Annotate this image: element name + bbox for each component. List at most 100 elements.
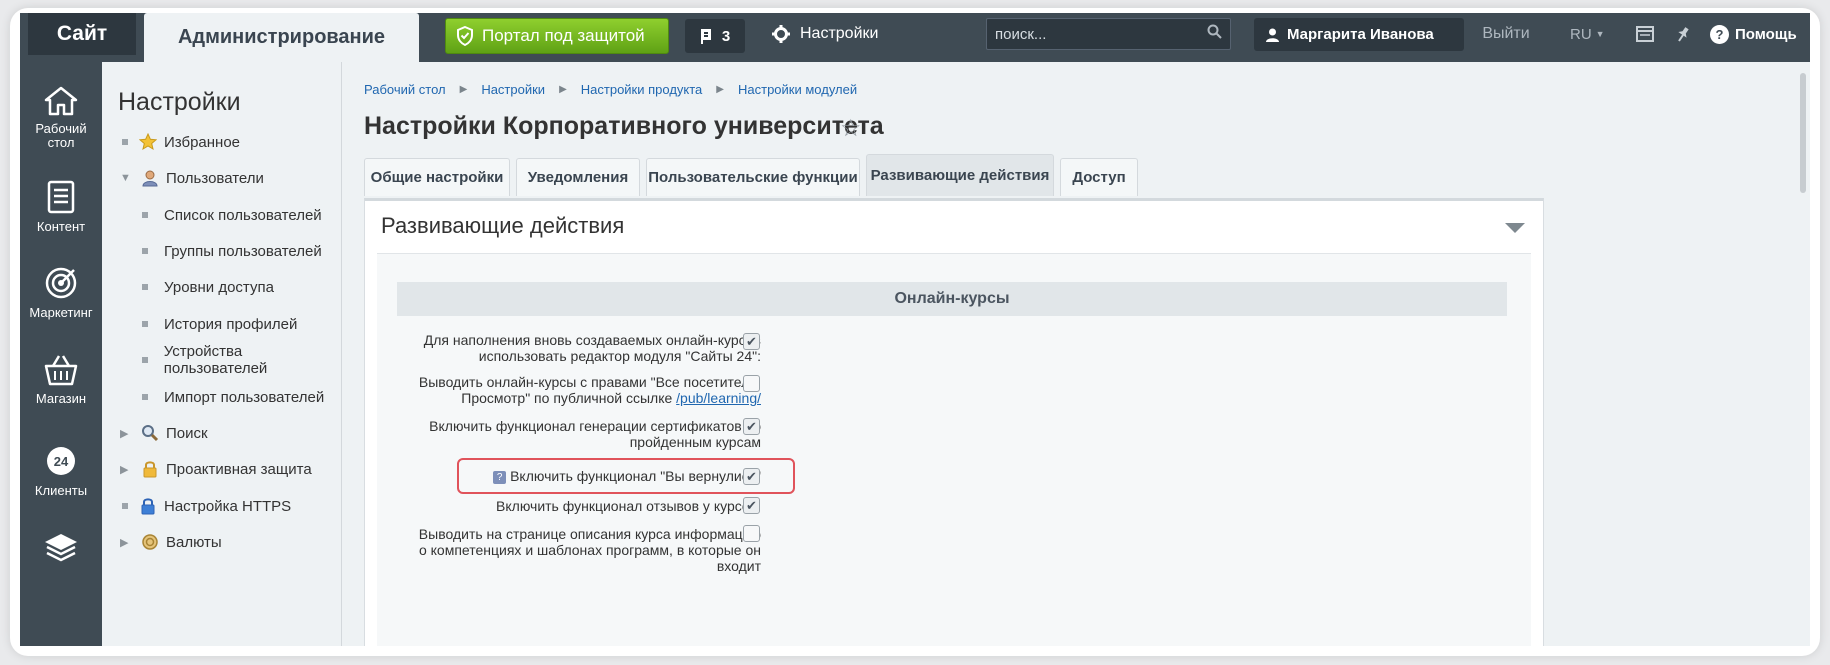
option-label: Включить функционал генерации сертификат… bbox=[401, 418, 761, 450]
search-input[interactable] bbox=[995, 25, 1207, 43]
chevron-right-icon: ▶ bbox=[559, 84, 567, 95]
sidebar-item-favorites[interactable]: Избранное bbox=[122, 127, 240, 157]
sidebar-item-search[interactable]: ▶ Поиск bbox=[120, 418, 208, 448]
sidebar-item-user-devices[interactable]: Устройства пользователей bbox=[142, 343, 341, 377]
user-menu-button[interactable]: Маргарита Иванова bbox=[1254, 18, 1464, 51]
rail-item-marketing[interactable]: Маркетинг bbox=[20, 266, 102, 362]
option-label: ? Включить функционал "Вы вернулись" bbox=[401, 468, 761, 484]
site-tab[interactable]: Сайт bbox=[28, 13, 136, 55]
tab-notifications[interactable]: Уведомления bbox=[516, 158, 640, 196]
notification-flag-icon bbox=[700, 29, 711, 44]
sidebar-item-label: Пользователи bbox=[166, 169, 264, 187]
home-icon bbox=[44, 86, 78, 116]
logout-link[interactable]: Выйти bbox=[1476, 13, 1536, 55]
rail-item-desktop[interactable]: Рабочий стол bbox=[20, 86, 102, 182]
rail-item-content[interactable]: Контент bbox=[20, 180, 102, 276]
option-label-line: Включить функционал генерации сертификат… bbox=[429, 418, 761, 434]
option-checkbox-certificates[interactable]: ✔ bbox=[743, 418, 760, 435]
sidebar-item-https[interactable]: Настройка HTTPS bbox=[122, 491, 291, 521]
hint-icon[interactable]: ? bbox=[493, 471, 507, 484]
svg-text:24: 24 bbox=[54, 454, 69, 469]
sidebar-title: Настройки bbox=[118, 88, 241, 116]
option-checkbox-competencies[interactable] bbox=[743, 525, 760, 542]
caret-right-icon[interactable]: ▶ bbox=[120, 463, 130, 476]
breadcrumb-item[interactable]: Настройки bbox=[481, 82, 545, 97]
checkmark-icon: ✔ bbox=[746, 469, 757, 484]
rail-item-clients[interactable]: 24 Клиенты bbox=[20, 444, 102, 540]
bullet-icon bbox=[122, 503, 128, 509]
settings-panel: Развивающие действия Онлайн-курсы Для на… bbox=[364, 198, 1544, 646]
bullet-icon bbox=[142, 248, 148, 254]
user-name: Маргарита Иванова bbox=[1287, 26, 1434, 43]
pin-icon[interactable] bbox=[1670, 13, 1696, 55]
bullet-icon bbox=[142, 357, 148, 363]
caret-right-icon[interactable]: ▶ bbox=[120, 536, 130, 549]
settings-sidebar: Настройки Избранное ▼ Пользователи Списо… bbox=[102, 62, 342, 646]
option-label-line: Включить функционал отзывов у курсов: bbox=[496, 498, 761, 514]
caret-right-icon[interactable]: ▶ bbox=[120, 427, 130, 440]
option-label-line: Включить функционал "Вы вернулись" bbox=[510, 468, 761, 484]
option-label: Выводить на странице описания курса инфо… bbox=[401, 526, 761, 574]
sidebar-item-proactive-protection[interactable]: ▶ Проактивная защита bbox=[120, 454, 312, 484]
target-icon bbox=[45, 267, 77, 299]
clients-24-icon: 24 bbox=[47, 447, 75, 475]
sidebar-item-access-levels[interactable]: Уровни доступа bbox=[142, 272, 274, 302]
settings-button[interactable]: Настройки bbox=[772, 13, 878, 55]
gear-icon bbox=[772, 25, 790, 43]
coin-icon bbox=[140, 532, 160, 552]
lock-icon bbox=[140, 459, 160, 479]
tab-access[interactable]: Доступ bbox=[1060, 158, 1138, 196]
checkmark-icon: ✔ bbox=[746, 334, 757, 349]
option-label-line: Для наполнения вновь создаваемых онлайн-… bbox=[423, 332, 761, 348]
public-learning-link[interactable]: /pub/learning/ bbox=[676, 390, 761, 406]
rail-item-shop[interactable]: Магазин bbox=[20, 354, 102, 450]
notifications-count: 3 bbox=[721, 27, 731, 45]
rail-label: Магазин bbox=[35, 391, 87, 406]
portal-protected-button[interactable]: Портал под защитой bbox=[445, 18, 669, 54]
top-bar: Сайт Администрирование Портал под защито… bbox=[20, 13, 1810, 62]
sidebar-item-user-import[interactable]: Импорт пользователей bbox=[142, 382, 324, 412]
sidebar-item-label: Валюты bbox=[166, 533, 222, 551]
rail-item-layers[interactable] bbox=[20, 532, 102, 628]
sidebar-item-label: Импорт пользователей bbox=[164, 388, 325, 406]
panel-title: Развивающие действия bbox=[381, 213, 625, 238]
rail-label: Контент bbox=[36, 219, 86, 234]
admin-tab[interactable]: Администрирование bbox=[144, 13, 419, 62]
search-icon[interactable] bbox=[1207, 24, 1222, 44]
admin-app: Сайт Администрирование Портал под защито… bbox=[20, 13, 1810, 646]
language-selector[interactable]: RU ▼ bbox=[1570, 13, 1605, 55]
notifications-button[interactable]: 3 bbox=[685, 19, 745, 53]
tab-developing-actions[interactable]: Развивающие действия bbox=[866, 154, 1054, 196]
option-checkbox-course-reviews[interactable]: ✔ bbox=[743, 497, 760, 514]
help-link[interactable]: ? Помощь bbox=[1710, 13, 1797, 55]
sidebar-item-label: Избранное bbox=[164, 133, 241, 151]
sidebar-item-label: Устройства пользователей bbox=[163, 343, 268, 377]
option-label-line: Просмотр" по публичной ссылке bbox=[461, 390, 673, 406]
collapse-caret-icon[interactable] bbox=[1505, 223, 1525, 233]
option-checkbox-public-link[interactable] bbox=[743, 375, 760, 392]
page-title: Настройки Корпоративного университета bbox=[364, 112, 884, 140]
panel-toggle-icon[interactable] bbox=[1632, 13, 1658, 55]
option-label-line: пройденным курсам bbox=[629, 434, 761, 450]
sidebar-item-user-list[interactable]: Список пользователей bbox=[142, 200, 322, 230]
main-content: Рабочий стол ▶ Настройки ▶ Настройки про… bbox=[342, 62, 1810, 646]
option-checkbox-welcome-back[interactable]: ✔ bbox=[743, 468, 760, 485]
sidebar-item-currencies[interactable]: ▶ Валюты bbox=[120, 527, 222, 557]
breadcrumb-item[interactable]: Настройки модулей bbox=[738, 82, 857, 97]
tab-user-functions[interactable]: Пользовательские функции bbox=[646, 158, 860, 196]
breadcrumb-item[interactable]: Настройки продукта bbox=[581, 82, 703, 97]
option-label-line-wrap: Просмотр" по публичной ссылке /pub/learn… bbox=[401, 390, 761, 406]
breadcrumb-item[interactable]: Рабочий стол bbox=[364, 82, 446, 97]
sidebar-item-user-groups[interactable]: Группы пользователей bbox=[142, 236, 322, 266]
tab-general-settings[interactable]: Общие настройки bbox=[364, 158, 510, 196]
sidebar-item-users[interactable]: ▼ Пользователи bbox=[120, 163, 264, 193]
bullet-icon bbox=[122, 139, 128, 145]
favorite-star-icon[interactable]: ☆ bbox=[840, 114, 862, 143]
option-checkbox-site24-editor[interactable]: ✔ bbox=[743, 333, 760, 350]
rail-label: Клиенты bbox=[34, 483, 88, 498]
section-header: Онлайн-курсы bbox=[397, 282, 1507, 316]
sidebar-item-label: Проактивная защита bbox=[166, 460, 312, 478]
sidebar-item-profile-history[interactable]: История профилей bbox=[142, 309, 297, 339]
scrollbar[interactable] bbox=[1800, 73, 1806, 193]
caret-down-icon[interactable]: ▼ bbox=[120, 172, 131, 184]
